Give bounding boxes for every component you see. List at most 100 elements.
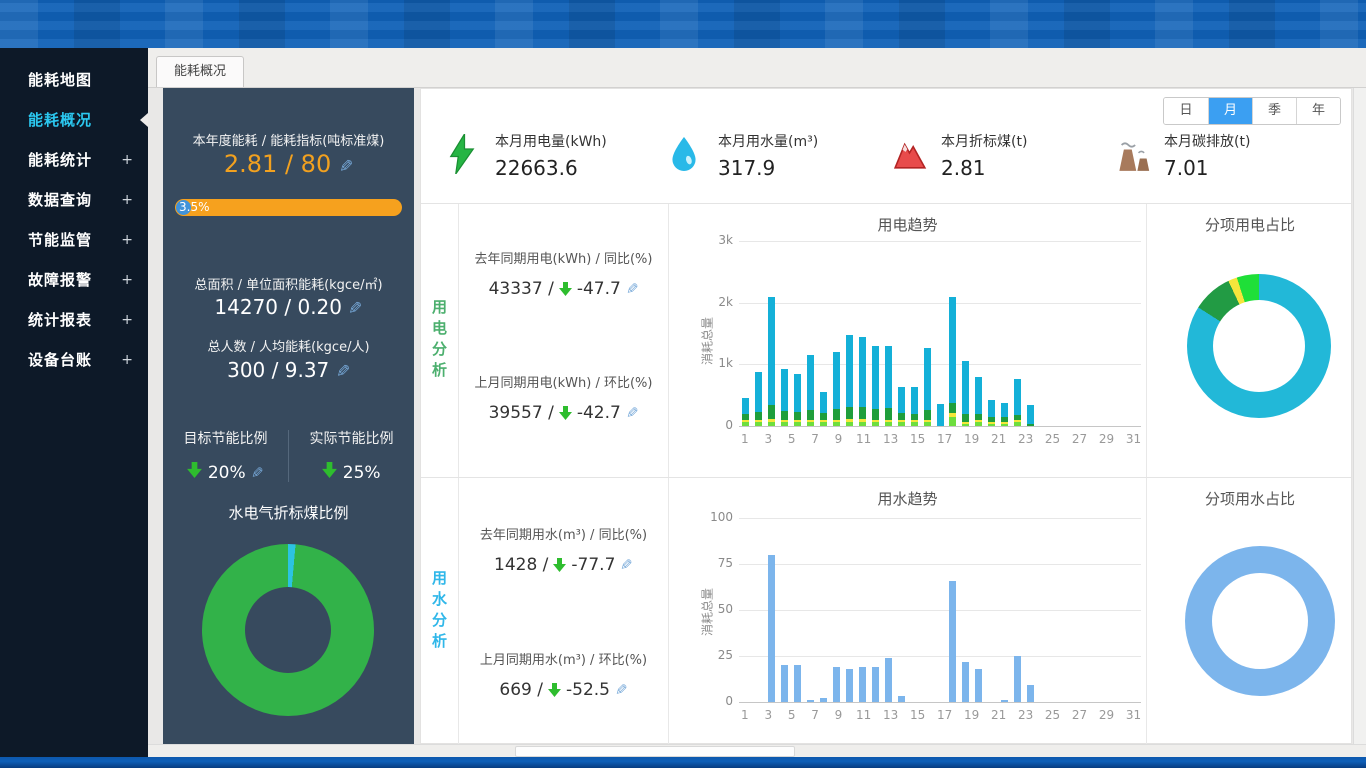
bar-day-1 [739, 241, 752, 426]
segment-light-green [1001, 424, 1008, 426]
expand-plus-icon[interactable]: + [121, 260, 134, 300]
x-tick-label: 31 [1126, 432, 1141, 446]
segment-dark-green [949, 403, 956, 413]
segment-dark-green [768, 405, 775, 419]
energy-mix-donut-chart [202, 544, 374, 716]
kpi-value: 22663.6 [495, 156, 607, 180]
people-energy-label: 总人数 / 人均能耗(kgce/人) [163, 336, 414, 355]
water-yoy-label: 去年同期用水(m³) / 同比(%) [459, 524, 668, 543]
edit-icon[interactable]: ✎ [620, 556, 633, 574]
kpi-2: 本月折标煤(t)2.81 [893, 131, 1116, 180]
bar-day-31 [1128, 241, 1141, 426]
gridline [739, 702, 1141, 703]
x-tick-label [1060, 708, 1072, 722]
period-selector: 日月季年 [1163, 97, 1341, 125]
tab-energy-overview[interactable]: 能耗概况 [156, 56, 244, 87]
period-button-月[interactable]: 月 [1208, 98, 1252, 124]
y-tick-label: 2k [699, 295, 733, 309]
expand-plus-icon[interactable]: + [121, 340, 134, 380]
vertical-scrollbar[interactable] [1353, 88, 1366, 744]
edit-icon[interactable]: ✎ [251, 464, 264, 482]
segment-cyan [1001, 403, 1008, 418]
x-tick-label: 13 [883, 708, 898, 722]
bar-day-29 [1102, 518, 1115, 702]
segment-cyan [755, 372, 762, 412]
segment-cyan [885, 346, 892, 408]
bar-day-19 [972, 241, 985, 426]
sidebar-item-6[interactable]: 统计报表 + [0, 300, 148, 340]
edit-icon[interactable]: ✎ [348, 299, 362, 319]
water-mom-label: 上月同期用水(m³) / 环比(%) [459, 649, 668, 668]
period-button-季[interactable]: 季 [1252, 98, 1296, 124]
segment-light-green [807, 422, 814, 426]
edit-icon[interactable]: ✎ [626, 404, 639, 422]
bar-day-27 [1076, 241, 1089, 426]
x-tick-label: 11 [856, 708, 871, 722]
x-tick-label: 29 [1099, 708, 1114, 722]
down-arrow-icon [559, 406, 572, 420]
x-tick-label: 23 [1018, 708, 1033, 722]
segment-dark-green [885, 408, 892, 421]
down-arrow-icon [553, 558, 566, 572]
bar-day-6 [804, 518, 817, 702]
period-button-日[interactable]: 日 [1164, 98, 1208, 124]
bar-day-27 [1076, 518, 1089, 702]
chart-title: 分项用电占比 [1147, 214, 1353, 235]
horizontal-scrollbar-thumb[interactable] [515, 746, 795, 757]
segment-light-green [949, 417, 956, 426]
x-tick-label [751, 708, 763, 722]
y-tick-label: 100 [699, 510, 733, 524]
water-usage [781, 665, 788, 702]
bar-day-15 [921, 241, 934, 426]
segment-light-green [859, 422, 866, 426]
bar-day-26 [1063, 518, 1076, 702]
sidebar-item-label: 节能监管 [28, 231, 92, 249]
chart-title: 用水趋势 [669, 488, 1146, 509]
bar-day-13 [895, 241, 908, 426]
sidebar-item-1[interactable]: 能耗概况 [0, 100, 148, 140]
bar-day-9 [843, 241, 856, 426]
expand-plus-icon[interactable]: + [121, 300, 134, 340]
segment-light-green [820, 422, 827, 426]
kpi-0: 本月用电量(kWh)22663.6 [447, 131, 670, 180]
sidebar-item-5[interactable]: 故障报警+ [0, 260, 148, 300]
expand-plus-icon[interactable]: + [121, 140, 134, 180]
expand-plus-icon[interactable]: + [121, 180, 134, 220]
x-tick-label [1114, 708, 1126, 722]
segment-light-green [962, 424, 969, 426]
water-usage [846, 669, 853, 702]
sidebar-item-4[interactable]: 节能监管 + [0, 220, 148, 260]
sidebar-item-3[interactable]: 数据查询+ [0, 180, 148, 220]
expand-plus-icon[interactable]: + [121, 220, 134, 260]
kpi-value: 2.81 [941, 156, 1027, 180]
edit-icon[interactable]: ✎ [626, 280, 639, 298]
electricity-section: 用电分析 去年同期用电(kWh) / 同比(%) 43337 / -47.7 ✎… [421, 204, 1351, 478]
x-tick-label [871, 432, 883, 446]
kpi-value: 317.9 [718, 156, 818, 180]
segment-light-green [885, 422, 892, 426]
sidebar-item-7[interactable]: 设备台账+ [0, 340, 148, 380]
edit-icon[interactable]: ✎ [336, 362, 350, 382]
edit-icon[interactable]: ✎ [615, 681, 628, 699]
bar-day-6 [804, 241, 817, 426]
horizontal-scrollbar[interactable] [148, 744, 1366, 757]
segment-dark-green [820, 413, 827, 420]
period-button-年[interactable]: 年 [1296, 98, 1340, 124]
segment-light-green [924, 422, 931, 426]
water-mom-value: 669 / -52.5 ✎ [459, 680, 668, 700]
segment-light-green [846, 422, 853, 426]
segment-light-green [755, 422, 762, 426]
segment-dark-green [755, 412, 762, 420]
bar-day-23 [1024, 241, 1037, 426]
x-tick-label [1087, 432, 1099, 446]
edit-icon[interactable]: ✎ [339, 157, 353, 177]
x-tick-label: 21 [991, 708, 1006, 722]
bar-day-24 [1037, 241, 1050, 426]
segment-dark-green [898, 413, 905, 420]
sidebar-item-label: 统计报表 [28, 311, 92, 329]
sidebar-item-0[interactable]: 能耗地图 [0, 60, 148, 100]
bar-day-4 [778, 241, 791, 426]
sidebar-item-2[interactable]: 能耗统计+ [0, 140, 148, 180]
bar-day-24 [1037, 518, 1050, 702]
water-usage [859, 667, 866, 702]
